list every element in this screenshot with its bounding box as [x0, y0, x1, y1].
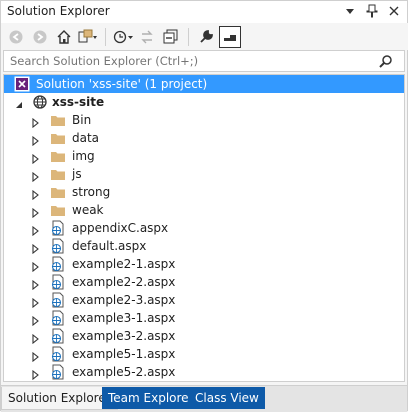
tree-item[interactable]: example3-1.aspx [4, 309, 404, 327]
tree-item[interactable]: data [4, 129, 404, 147]
tree-item-label: example3-1.aspx [72, 311, 176, 325]
globe-icon [32, 94, 48, 110]
tree-item[interactable]: default.aspx [4, 237, 404, 255]
aspx-file-icon [50, 220, 66, 236]
search-box [3, 50, 405, 72]
aspx-file-icon [50, 238, 66, 254]
tree-item-label: example5-1.aspx [72, 347, 176, 361]
collapsed-arrow-icon[interactable] [30, 169, 40, 183]
tree-item-label: example2-3.aspx [72, 293, 176, 307]
collapsed-arrow-icon[interactable] [30, 277, 40, 291]
folder-icon [50, 148, 66, 164]
folder-icon [50, 166, 66, 182]
collapsed-arrow-icon[interactable] [30, 367, 40, 381]
collapsed-arrow-icon[interactable] [30, 295, 40, 309]
tab-team-explorer[interactable]: Team Explorer [102, 387, 200, 409]
collapsed-arrow-icon[interactable] [30, 133, 40, 147]
sync-with-document-icon[interactable] [136, 26, 158, 48]
toolbar [1, 23, 408, 50]
tool-window-tabs: Solution Explorer Team Explorer Class Vi… [1, 385, 407, 412]
solution-node[interactable]: Solution 'xss-site' (1 project) [4, 75, 404, 93]
tree-item[interactable]: example2-3.aspx [4, 291, 404, 309]
tab-solution-explorer[interactable]: Solution Explorer [1, 387, 118, 410]
solution-tree: Solution 'xss-site' (1 project) xss-site… [3, 74, 405, 382]
tree-item-label: weak [72, 203, 104, 217]
tree-item-label: img [72, 149, 95, 163]
tree-item-label: example2-1.aspx [72, 257, 176, 271]
window-title: Solution Explorer [7, 4, 110, 18]
folder-icon [50, 184, 66, 200]
toolbar-separator [105, 27, 106, 46]
collapsed-arrow-icon[interactable] [30, 187, 40, 201]
tree-item-label: example3-2.aspx [72, 329, 176, 343]
pin-icon[interactable] [365, 3, 379, 19]
solution-icon [14, 76, 30, 92]
collapsed-arrow-icon[interactable] [30, 313, 40, 327]
forward-icon[interactable] [29, 26, 51, 48]
tree-item[interactable]: img [4, 147, 404, 165]
tree-item[interactable]: js [4, 165, 404, 183]
tree-item[interactable]: appendixC.aspx [4, 219, 404, 237]
title-buttons [343, 3, 401, 19]
tree-item-label: js [72, 167, 82, 181]
close-icon[interactable] [387, 3, 401, 19]
project-label: xss-site [52, 95, 105, 109]
search-input[interactable] [4, 53, 372, 69]
aspx-file-icon [50, 328, 66, 344]
expanded-arrow-icon[interactable] [14, 97, 24, 108]
tree-item-label: default.aspx [72, 239, 147, 253]
aspx-file-icon [50, 364, 66, 380]
collapsed-arrow-icon[interactable] [30, 223, 40, 237]
solution-explorer-window: Solution Explorer Search Solution Explor… [0, 0, 408, 412]
collapsed-arrow-icon[interactable] [30, 205, 40, 219]
tree-item[interactable]: weak [4, 201, 404, 219]
collapsed-arrow-icon[interactable] [30, 259, 40, 273]
tree-item[interactable]: example5-1.aspx [4, 345, 404, 363]
toolbar-separator [188, 27, 189, 46]
tree-item-label: appendixC.aspx [72, 221, 169, 235]
aspx-file-icon [50, 310, 66, 326]
solution-label: Solution 'xss-site' (1 project) [36, 77, 208, 91]
tree-item-label: example5-2.aspx [72, 365, 176, 379]
tree-item[interactable]: example2-2.aspx [4, 273, 404, 291]
search-icon[interactable] [378, 54, 394, 73]
title-bar: Solution Explorer [1, 1, 407, 24]
tree-item[interactable]: example5-2.aspx [4, 363, 404, 381]
switch-views-icon[interactable] [77, 26, 99, 48]
folder-icon [50, 202, 66, 218]
tree-item-label: strong [72, 185, 111, 199]
collapsed-arrow-icon[interactable] [30, 349, 40, 363]
aspx-file-icon [50, 346, 66, 362]
tree-item[interactable]: Bin [4, 111, 404, 129]
collapse-all-icon[interactable] [160, 26, 182, 48]
collapsed-arrow-icon[interactable] [30, 151, 40, 165]
tree-item-label: Bin [72, 113, 92, 127]
collapsed-arrow-icon[interactable] [30, 331, 40, 345]
project-node[interactable]: xss-site [4, 93, 404, 111]
pending-changes-filter-icon[interactable] [112, 26, 134, 48]
back-icon[interactable] [5, 26, 27, 48]
preview-selected-items-icon[interactable] [219, 25, 241, 48]
folder-icon [50, 130, 66, 146]
aspx-file-icon [50, 274, 66, 290]
dropdown-arrow-icon[interactable] [343, 3, 357, 19]
collapsed-arrow-icon[interactable] [30, 115, 40, 129]
folder-icon [50, 112, 66, 128]
tree-item-label: data [72, 131, 100, 145]
collapsed-arrow-icon[interactable] [30, 241, 40, 255]
tree-item[interactable]: strong [4, 183, 404, 201]
properties-wrench-icon[interactable] [195, 26, 217, 48]
aspx-file-icon [50, 256, 66, 272]
tab-class-view[interactable]: Class View [189, 387, 265, 409]
home-icon[interactable] [53, 26, 75, 48]
tree-item[interactable]: example3-2.aspx [4, 327, 404, 345]
tree-item[interactable]: example2-1.aspx [4, 255, 404, 273]
aspx-file-icon [50, 292, 66, 308]
tree-item-label: example2-2.aspx [72, 275, 176, 289]
